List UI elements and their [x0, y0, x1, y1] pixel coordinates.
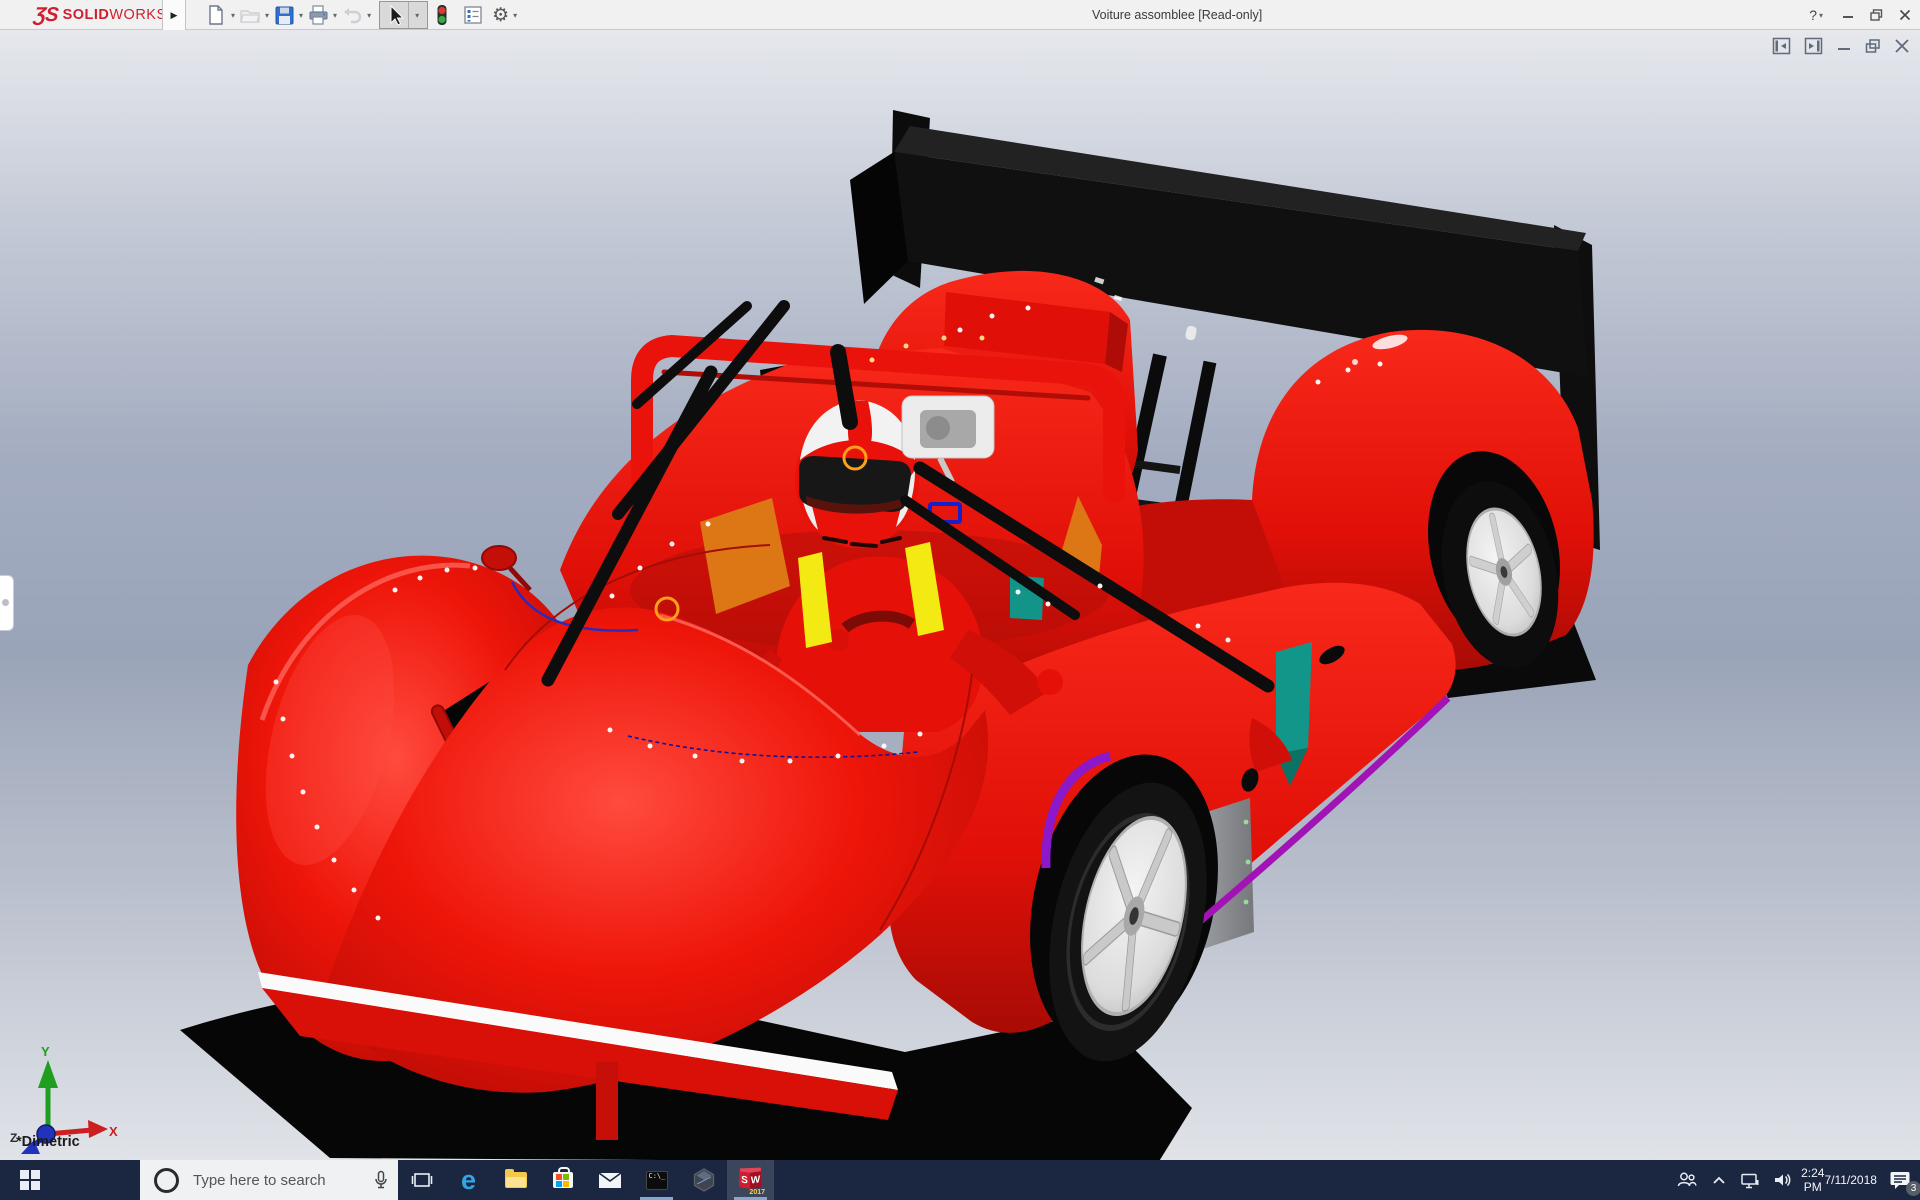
- cortana-icon: [154, 1167, 179, 1193]
- task-view-icon: [411, 1173, 432, 1187]
- car-model-render[interactable]: [0, 30, 1920, 1160]
- doc-close-icon[interactable]: [1894, 36, 1910, 56]
- feature-tree-collapse-tab[interactable]: [0, 575, 14, 631]
- close-icon: [1899, 9, 1911, 21]
- brand-solid: SOLID: [62, 7, 110, 23]
- clock-date: 7/11/2018: [1824, 1173, 1877, 1187]
- window-title: Voiture assomblee [Read-only]: [1092, 8, 1263, 22]
- options-caret[interactable]: ▾: [513, 11, 517, 20]
- view-orientation-label: *Dimetric: [16, 1134, 80, 1150]
- 3d-viewer-button[interactable]: [680, 1160, 727, 1200]
- chevron-up-icon: [1713, 1176, 1725, 1184]
- open-document-button[interactable]: [239, 2, 261, 28]
- save-caret[interactable]: ▾: [299, 11, 303, 20]
- search-input[interactable]: [191, 1170, 355, 1190]
- open-caret[interactable]: ▾: [265, 11, 269, 20]
- collapse-tab-dot: [2, 599, 9, 606]
- print-icon: [309, 5, 328, 25]
- file-explorer-icon: [504, 1169, 527, 1188]
- action-center-button[interactable]: 3: [1880, 1160, 1920, 1200]
- task-view-button[interactable]: [398, 1160, 445, 1200]
- open-document-icon: [240, 10, 260, 23]
- minimize-icon: [1843, 16, 1853, 18]
- select-tool-caret[interactable]: ▾: [408, 2, 427, 28]
- quick-toolbar: ▾ ▾ ▾ ▾ ▾ ▾ ⚙ ▾: [205, 0, 521, 30]
- microsoft-store-icon: [552, 1167, 573, 1188]
- edge-button[interactable]: e: [445, 1160, 492, 1200]
- volume-button[interactable]: [1766, 1160, 1798, 1200]
- command-prompt-icon: C:\_: [645, 1170, 668, 1190]
- close-button[interactable]: [1898, 8, 1912, 22]
- pane-right-icon[interactable]: [1804, 36, 1824, 56]
- new-document-icon: [209, 5, 223, 25]
- restore-button[interactable]: [1869, 8, 1884, 22]
- select-caret-glyph: ▾: [415, 10, 420, 20]
- titlebar: ƷS SOLID WORKS ▶ ▾ ▾ ▾ ▾ ▾ ▾ ⚙ ▾ Voiture…: [0, 0, 1920, 30]
- help-label: ?: [1809, 7, 1817, 23]
- help-caret: ▾: [1818, 10, 1823, 20]
- microphone-icon[interactable]: [374, 1170, 388, 1190]
- doc-restore-icon[interactable]: [1864, 36, 1882, 56]
- start-button[interactable]: [0, 1160, 60, 1200]
- people-icon: [1677, 1172, 1697, 1187]
- windows-logo-icon: [20, 1170, 40, 1190]
- file-properties-button[interactable]: [462, 2, 484, 28]
- store-button[interactable]: [539, 1160, 586, 1200]
- taskbar: e C:\_ S W 2017: [0, 1160, 1920, 1200]
- save-button[interactable]: [273, 2, 295, 28]
- triad-x-label: X: [109, 1124, 118, 1139]
- solidworks-logo: ƷS SOLID WORKS: [32, 0, 167, 30]
- help-button[interactable]: ? ▾: [1809, 7, 1827, 23]
- rebuild-button[interactable]: [432, 2, 452, 28]
- taskbar-search[interactable]: [140, 1160, 398, 1200]
- clock-time: 2:24 PM: [1801, 1166, 1825, 1194]
- notification-badge: 3: [1906, 1181, 1920, 1196]
- brand-works: WORKS: [109, 7, 167, 23]
- clock[interactable]: 2:24 PM 7/11/2018: [1801, 1160, 1877, 1200]
- select-tool-button[interactable]: [380, 2, 408, 28]
- desktop: ƷS SOLID WORKS ▶ ▾ ▾ ▾ ▾ ▾ ▾ ⚙ ▾ Voiture…: [0, 0, 1920, 1200]
- solidworks-icon: S W 2017: [738, 1167, 765, 1196]
- restore-icon: [1870, 9, 1883, 21]
- mail-button[interactable]: [586, 1160, 633, 1200]
- print-button[interactable]: [307, 2, 329, 28]
- sw-letter-s: S: [739, 1170, 750, 1189]
- new-caret[interactable]: ▾: [231, 11, 235, 20]
- triad-y-label: Y: [41, 1044, 50, 1059]
- network-icon: [1741, 1173, 1759, 1188]
- undo-caret[interactable]: ▾: [367, 11, 371, 20]
- ds-logo-mark: ƷS: [32, 3, 59, 26]
- undo-icon: [344, 8, 362, 24]
- sw-year: 2017: [749, 1188, 765, 1196]
- solidworks-button[interactable]: S W 2017: [727, 1160, 774, 1200]
- select-tool-group: ▾: [379, 1, 429, 29]
- menu-flyout-button[interactable]: ▶: [162, 0, 186, 30]
- network-button[interactable]: [1734, 1160, 1766, 1200]
- doc-minimize-icon[interactable]: [1836, 36, 1852, 56]
- file-explorer-button[interactable]: [492, 1160, 539, 1200]
- minimize-button[interactable]: [1841, 8, 1855, 22]
- file-properties-icon: [464, 6, 482, 24]
- window-controls: ? ▾: [1809, 0, 1912, 30]
- new-document-button[interactable]: [205, 2, 227, 28]
- undo-button[interactable]: [341, 2, 363, 28]
- system-tray: 2:24 PM 7/11/2018 3: [1670, 1160, 1920, 1200]
- document-window-controls: [1772, 36, 1910, 56]
- mail-icon: [598, 1171, 621, 1188]
- save-icon: [275, 6, 294, 25]
- tray-overflow-button[interactable]: [1704, 1160, 1734, 1200]
- sw-letter-w: W: [750, 1170, 761, 1189]
- pinned-apps: e C:\_ S W 2017: [398, 1160, 774, 1200]
- edge-icon: e: [460, 1164, 477, 1195]
- command-prompt-button[interactable]: C:\_: [633, 1160, 680, 1200]
- rebuild-traffic-light-icon: [437, 5, 447, 25]
- graphics-area[interactable]: Y X Z *Dimetric: [0, 30, 1920, 1160]
- select-cursor-icon: [390, 4, 405, 26]
- people-button[interactable]: [1670, 1160, 1704, 1200]
- options-button[interactable]: ⚙: [492, 2, 509, 28]
- pane-left-icon[interactable]: [1772, 36, 1792, 56]
- speaker-icon: [1775, 1173, 1791, 1187]
- print-caret[interactable]: ▾: [333, 11, 337, 20]
- 3d-viewer-icon: [693, 1168, 714, 1192]
